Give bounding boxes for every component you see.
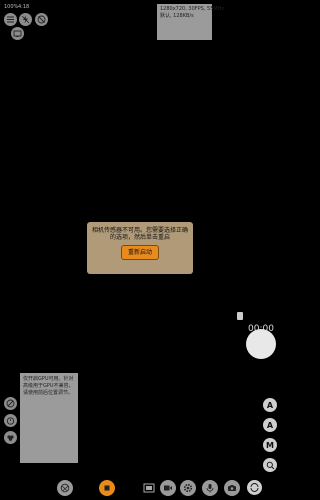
aperture-icon[interactable]: [57, 480, 73, 496]
screen-icon[interactable]: [11, 27, 24, 40]
microphone-icon[interactable]: [202, 480, 218, 496]
lock-icon[interactable]: [237, 312, 243, 320]
sensor-error-dialog: 相机传感器不可用。您需要选择正确的选项，然后单击重启 重新启动: [87, 222, 193, 274]
info-line-1: 1280x720, 30FPS, 55MHz: [160, 6, 225, 12]
gpu-notice-panel: 仅开启GPU可用。针对高级用于GPU不兼容，请使用前后位置调节。: [20, 373, 78, 463]
auto-exposure-button[interactable]: A: [263, 418, 277, 432]
auto-focus-button[interactable]: A: [263, 398, 277, 412]
manual-mode-button[interactable]: M: [263, 438, 277, 452]
dialog-message: 相机传感器不可用。您需要选择正确的选项，然后单击重启: [91, 227, 188, 241]
no-hdr-icon[interactable]: [35, 13, 48, 26]
settings-icon[interactable]: [4, 13, 17, 26]
filter-icon[interactable]: [4, 431, 17, 444]
zoom-icon[interactable]: [263, 458, 277, 472]
switch-camera-icon[interactable]: [224, 480, 240, 496]
status-battery: 100%: [4, 4, 19, 10]
gallery-icon[interactable]: [142, 480, 156, 496]
gpu-notice-text: 仅开启GPU可用。针对高级用于GPU不兼容，请使用前后位置调节。: [23, 376, 74, 396]
camera-info-panel: 1280x720, 30FPS, 55MHz 默认, 128KB/s: [157, 4, 225, 40]
video-icon[interactable]: [160, 480, 176, 496]
timer-icon[interactable]: [4, 414, 17, 427]
settings-gear-icon[interactable]: [180, 480, 196, 496]
restart-button[interactable]: 重新启动: [120, 245, 159, 260]
status-time: 4:18: [18, 4, 30, 10]
stop-record-button[interactable]: [99, 480, 115, 496]
exposure-icon[interactable]: [4, 397, 17, 410]
info-line-2: 默认, 128KB/s: [160, 13, 194, 19]
no-flash-icon[interactable]: [19, 13, 32, 26]
flip-icon[interactable]: [247, 480, 262, 495]
recording-timer: 00:00: [248, 324, 274, 334]
